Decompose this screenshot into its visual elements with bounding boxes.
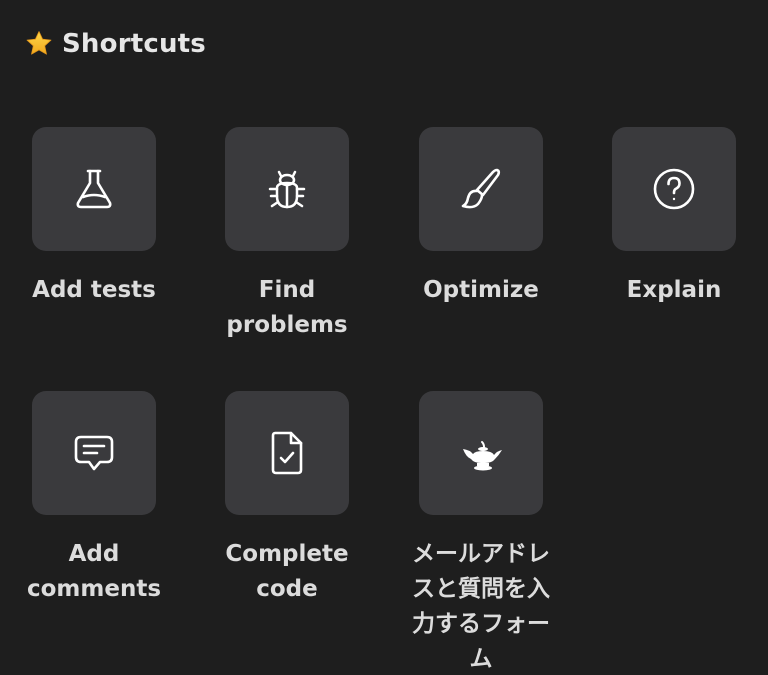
shortcut-tile[interactable] (612, 127, 736, 251)
shortcut-tile[interactable] (419, 127, 543, 251)
shortcut-tile[interactable] (225, 391, 349, 515)
shortcut-find-problems[interactable]: Find problems (212, 127, 362, 343)
shortcut-complete-code[interactable]: Complete code (212, 391, 362, 607)
shortcut-tile[interactable] (225, 127, 349, 251)
shortcut-add-tests[interactable]: Add tests (19, 127, 169, 308)
star-icon (24, 29, 54, 59)
shortcut-custom-form[interactable]: メールアドレスと質問を入力するフォーム (406, 391, 556, 675)
paintbrush-icon (461, 168, 501, 209)
bug-icon (268, 170, 306, 209)
shortcut-optimize[interactable]: Optimize (406, 127, 556, 308)
shortcut-tile[interactable] (32, 391, 156, 515)
file-check-icon (271, 431, 303, 475)
shortcut-label: Complete code (225, 541, 349, 602)
shortcuts-panel: Shortcuts Add tests Find problems Optimi… (0, 0, 768, 675)
shortcut-label: Explain (626, 277, 722, 303)
shortcut-explain[interactable]: Explain (599, 127, 749, 308)
flask-icon (76, 169, 112, 209)
question-circle-icon (653, 168, 695, 210)
shortcut-label: Find problems (226, 277, 348, 338)
shortcut-tile[interactable] (419, 391, 543, 515)
magic-lamp-icon (463, 441, 502, 471)
shortcut-label: Optimize (423, 277, 539, 303)
comment-icon (74, 435, 114, 471)
shortcut-label: Add comments (26, 541, 162, 602)
shortcut-label: メールアドレスと質問を入力するフォーム (412, 541, 550, 672)
shortcuts-header: Shortcuts (24, 26, 206, 62)
shortcut-add-comments[interactable]: Add comments (19, 391, 169, 607)
page-title: Shortcuts (62, 29, 206, 59)
shortcut-tile[interactable] (32, 127, 156, 251)
shortcut-label: Add tests (32, 277, 156, 303)
